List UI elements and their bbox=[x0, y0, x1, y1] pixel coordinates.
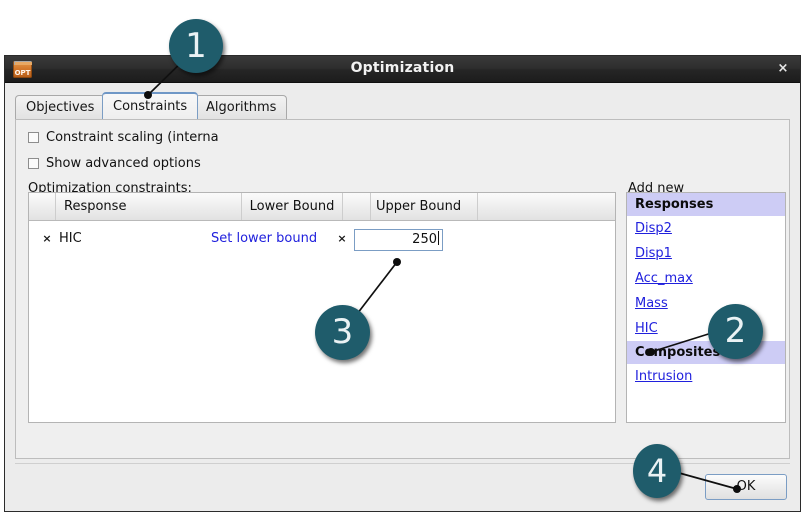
checkbox-constraint-scaling-label: Constraint scaling (interna bbox=[46, 130, 219, 145]
checkbox-constraint-scaling[interactable]: Constraint scaling (interna bbox=[28, 130, 228, 148]
add-new-panel: Responses Disp2 Disp1 Acc_max Mass HIC C… bbox=[626, 192, 786, 423]
window-title: Optimization bbox=[350, 60, 455, 76]
table-header-response[interactable]: Response bbox=[56, 193, 242, 220]
group-header-responses: Responses bbox=[627, 193, 785, 216]
cell-response: HIC bbox=[59, 231, 82, 246]
set-lower-bound-link[interactable]: Set lower bound bbox=[211, 221, 317, 257]
upper-bound-value: 250 bbox=[412, 232, 437, 247]
tab-objectives-label: Objectives bbox=[26, 100, 95, 115]
tab-constraints[interactable]: Constraints bbox=[102, 92, 199, 119]
constraints-tab-pane: Constraint scaling (interna Show advance… bbox=[15, 119, 790, 459]
add-new-item-disp2[interactable]: Disp2 bbox=[627, 216, 785, 241]
ok-button[interactable]: OK bbox=[705, 474, 787, 500]
table-header-row: Response Lower Bound Upper Bound bbox=[29, 193, 615, 221]
callout-2: 2 bbox=[708, 304, 763, 359]
checkbox-show-advanced-options[interactable]: Show advanced options bbox=[28, 156, 288, 174]
table-header-actions bbox=[29, 193, 56, 220]
clear-upper-bound-icon[interactable]: × bbox=[332, 221, 352, 257]
add-new-item-disp1[interactable]: Disp1 bbox=[627, 241, 785, 266]
tab-algorithms[interactable]: Algorithms bbox=[195, 95, 288, 119]
tab-algorithms-label: Algorithms bbox=[206, 100, 277, 115]
group-header-composites: Composites bbox=[627, 341, 785, 364]
callout-3: 3 bbox=[315, 305, 370, 360]
dialog-body: Objectives Constraints Algorithms Constr… bbox=[5, 83, 800, 511]
callout-1: 1 bbox=[169, 19, 223, 73]
upper-bound-input[interactable]: 250 bbox=[354, 229, 443, 251]
table-row[interactable]: × HIC Set lower bound × 250 bbox=[29, 221, 615, 257]
table-header-filler bbox=[478, 193, 615, 220]
table-header-upper-bound[interactable]: Upper Bound bbox=[371, 193, 478, 220]
title-bar[interactable]: OPT Optimization × bbox=[5, 56, 800, 83]
callout-4: 4 bbox=[633, 444, 681, 498]
add-new-item-acc-max[interactable]: Acc_max bbox=[627, 266, 785, 291]
tab-constraints-label: Constraints bbox=[113, 99, 188, 114]
text-caret bbox=[438, 231, 439, 245]
checkbox-constraint-scaling-box[interactable] bbox=[28, 132, 39, 143]
table-header-lower-bound[interactable]: Lower Bound bbox=[242, 193, 343, 220]
checkbox-show-advanced-options-box[interactable] bbox=[28, 158, 39, 169]
screenshot-root: OPT Optimization × Objectives Constraint… bbox=[0, 0, 805, 516]
constraints-table: Response Lower Bound Upper Bound × HIC S… bbox=[28, 192, 616, 423]
checkbox-show-advanced-options-label: Show advanced options bbox=[46, 156, 201, 171]
close-icon[interactable]: × bbox=[774, 60, 792, 78]
add-new-item-mass[interactable]: Mass bbox=[627, 291, 785, 316]
delete-constraint-icon[interactable]: × bbox=[37, 221, 57, 257]
add-new-item-intrusion[interactable]: Intrusion bbox=[627, 364, 785, 389]
tab-objectives[interactable]: Objectives bbox=[15, 95, 106, 119]
optimization-dialog: OPT Optimization × Objectives Constraint… bbox=[4, 55, 801, 512]
table-header-lower-actions bbox=[343, 193, 371, 220]
